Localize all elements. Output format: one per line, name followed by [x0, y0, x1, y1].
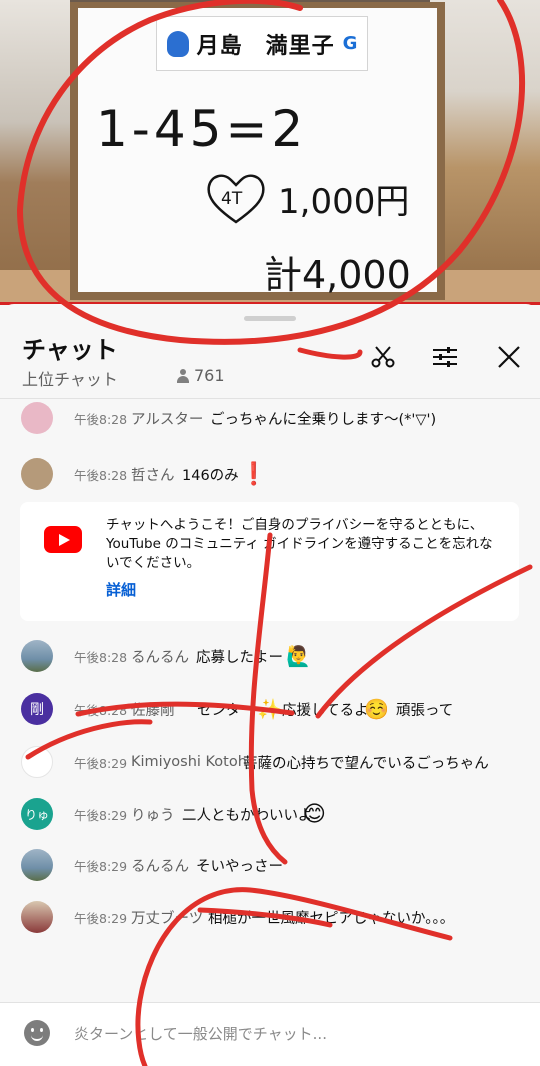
message-text-2: 応援してるよ [282, 702, 369, 719]
message-text: そいやっさー [196, 858, 283, 875]
message-text: 相槌が一世風靡セピアじゃないか。。。 [208, 910, 455, 927]
chat-panel: チャット 上位チャット 761 午後8:28 アルスター ごっちゃんに全乗りしま… [0, 304, 540, 1066]
gamasuta-logo: G [342, 33, 358, 54]
video-background-right [430, 0, 540, 305]
message-text: 二人ともかわいいよ [182, 807, 313, 824]
avatar [21, 901, 53, 933]
message-time: 午後8:29 [74, 807, 128, 823]
blush-emoji: 😊 [303, 801, 326, 827]
message-text: ごっちゃんに全乗りします〜(*'▽') [210, 411, 437, 428]
exclamation-emoji: ❗ [240, 461, 268, 487]
sparkles-emoji: ✨ [257, 697, 282, 721]
message-author[interactable]: 佐藤剛 [131, 699, 175, 720]
whiteboard-equation: 1-45=2 [96, 100, 308, 158]
chat-message[interactable]: 午後8:28 るんるん 応募したよー 🙋‍♂️ [0, 636, 540, 676]
chat-message[interactable]: 午後8:29 Kimiyoshi Kotoh 菩薩の心持ちで望んでいるごっちゃん [0, 742, 540, 782]
close-icon[interactable] [494, 342, 524, 372]
smile-emoji: ☺️ [364, 697, 389, 721]
chat-message[interactable]: りゅ 午後8:29 りゅう 二人ともかわいいよ 😊 [0, 794, 540, 834]
tune-icon[interactable] [430, 342, 460, 372]
avatar: 剛 [21, 693, 53, 725]
chat-title: チャット [22, 336, 118, 364]
avatar: りゅ [21, 798, 53, 830]
avatar [21, 458, 53, 490]
nameplate-text: 月島 満里子 [196, 33, 335, 59]
heart-label: 4T [221, 189, 243, 209]
emoji-icon[interactable] [24, 1020, 50, 1046]
welcome-text: チャットへようこそ！ご自身のプライバシーを守るとともに、YouTube のコミュ… [106, 517, 493, 571]
learn-more-link[interactable]: 詳細 [106, 579, 136, 600]
message-text: 146のみ [182, 467, 239, 484]
message-time: 午後8:28 [74, 411, 128, 427]
scissors-icon[interactable] [368, 342, 398, 372]
message-time: 午後8:29 [74, 910, 128, 926]
message-author[interactable]: アルスター [131, 408, 203, 429]
message-text: センター [197, 702, 255, 719]
chat-mode-selector[interactable]: 上位チャット [22, 366, 118, 390]
drag-handle[interactable] [244, 316, 296, 321]
message-time: 午後8:28 [74, 702, 128, 718]
message-text-3: 頑張って [396, 702, 454, 719]
person-icon [176, 368, 190, 383]
message-author[interactable]: りゅう [131, 804, 175, 825]
whiteboard-amount: 1,000円 [278, 182, 410, 222]
whiteboard-total: 計4,000円 [264, 253, 411, 297]
raising-hand-emoji: 🙋‍♂️ [286, 644, 311, 668]
whiteboard-frame: 月島 満里子 G 1-45=2 4T 1,000円 計4,000円 [70, 2, 445, 300]
chat-message[interactable]: 午後8:28 哲さん 146のみ ❗ [0, 454, 540, 494]
message-time: 午後8:28 [74, 467, 128, 483]
viewer-count-value: 761 [194, 366, 225, 385]
mascot-icon [166, 30, 189, 57]
whiteboard: 月島 満里子 G 1-45=2 4T 1,000円 計4,000円 [78, 8, 437, 297]
message-text: 応募したよー [196, 649, 283, 666]
chat-message[interactable]: 午後8:29 万丈ブーツ 相槌が一世風靡セピアじゃないか。。。 [0, 897, 540, 937]
screen: 月島 満里子 G 1-45=2 4T 1,000円 計4,000円 チャット 上… [0, 0, 540, 1066]
message-author[interactable]: 哲さん [131, 464, 175, 485]
message-time: 午後8:28 [74, 649, 128, 665]
heart-drawing: 4T [207, 174, 265, 224]
message-time: 午後8:29 [74, 858, 128, 874]
message-author[interactable]: るんるん [131, 855, 189, 876]
welcome-card: チャットへようこそ！ご自身のプライバシーを守るとともに、YouTube のコミュ… [20, 502, 519, 621]
chat-message[interactable]: 剛 午後8:28 佐藤剛 センター ✨ 応援してるよ ☺️ 頑張って [0, 689, 540, 729]
nameplate: 月島 満里子 G [156, 16, 368, 71]
video-background-left [0, 0, 70, 305]
chat-message[interactable]: 午後8:28 アルスター ごっちゃんに全乗りします〜(*'▽') [0, 398, 540, 438]
avatar [21, 402, 53, 434]
video-player[interactable]: 月島 満里子 G 1-45=2 4T 1,000円 計4,000円 [0, 0, 540, 305]
avatar [21, 746, 53, 778]
avatar [21, 849, 53, 881]
chat-input[interactable] [74, 1021, 514, 1047]
message-author[interactable]: るんるん [131, 646, 189, 667]
viewer-count: 761 [176, 366, 225, 385]
message-author[interactable]: 万丈ブーツ [131, 907, 203, 928]
avatar [21, 640, 53, 672]
message-author[interactable]: Kimiyoshi Kotoh [131, 754, 247, 770]
message-text: 菩薩の心持ちで望んでいるごっちゃん [243, 755, 489, 772]
message-time: 午後8:29 [74, 755, 128, 771]
chat-input-bar [0, 1002, 540, 1066]
youtube-logo-icon [44, 526, 82, 553]
chat-message[interactable]: 午後8:29 るんるん そいやっさー [0, 845, 540, 885]
